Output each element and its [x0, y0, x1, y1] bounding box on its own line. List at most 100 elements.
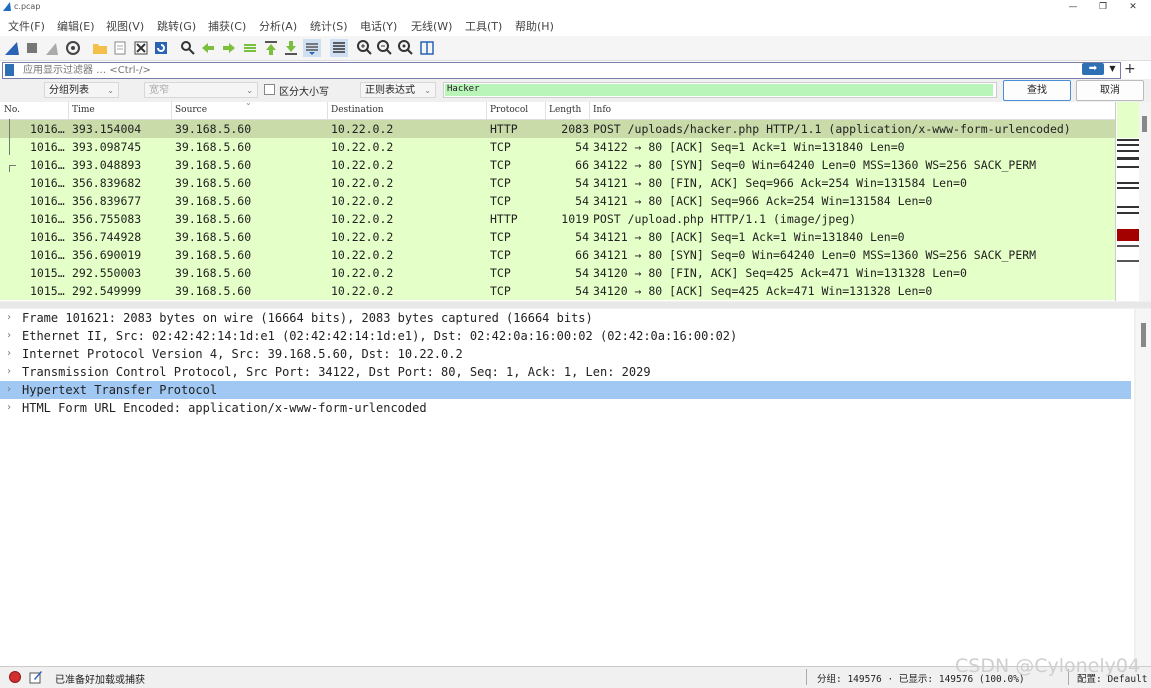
column-no[interactable]: No. [4, 105, 20, 115]
find-packet-icon[interactable] [179, 39, 197, 57]
menu-tools[interactable]: 工具(T) [465, 18, 502, 34]
column-protocol[interactable]: Protocol [490, 105, 528, 115]
detail-text: HTML Form URL Encoded: application/x-www… [22, 401, 427, 415]
detail-tree-item[interactable]: › Internet Protocol Version 4, Src: 39.16… [0, 345, 1131, 363]
apply-filter-button[interactable]: ➡ [1082, 63, 1104, 75]
case-sensitive-checkbox[interactable] [264, 84, 275, 95]
menu-edit[interactable]: 编辑(E) [57, 18, 95, 34]
table-row[interactable]: 1016… 356.690019 39.168.5.60 10.22.0.2 TCP 66… [0, 246, 1115, 264]
packet-info: 34120 → 80 [ACK] Seq=425 Ack=471 Win=131… [593, 284, 933, 298]
table-row[interactable]: 1016… 356.744928 39.168.5.60 10.22.0.2 TCP 54… [0, 228, 1115, 246]
menu-statistics[interactable]: 统计(S) [310, 18, 348, 34]
expand-arrow-icon[interactable]: › [6, 309, 12, 327]
expand-arrow-icon[interactable]: › [6, 345, 12, 363]
zoom-out-icon[interactable] [376, 39, 394, 57]
minimize-button[interactable]: — [1058, 0, 1088, 14]
search-mode-value: 正则表达式 [365, 85, 415, 96]
packet-source: 39.168.5.60 [175, 176, 252, 190]
packet-minimap[interactable] [1115, 102, 1140, 301]
detail-tree-item[interactable]: › Ethernet II, Src: 02:42:42:14:1d:e1 (02… [0, 327, 1131, 345]
scrollbar-thumb[interactable] [1141, 323, 1146, 347]
expand-arrow-icon[interactable]: › [6, 399, 12, 417]
table-row[interactable]: 1015… 292.549999 39.168.5.60 10.22.0.2 TCP 54… [0, 282, 1115, 300]
first-packet-icon[interactable] [262, 39, 280, 57]
packet-list-scrollbar[interactable] [1139, 102, 1151, 301]
menu-telephony[interactable]: 电话(Y) [360, 18, 397, 34]
packet-no: 1016… [30, 230, 65, 244]
menu-analyze[interactable]: 分析(A) [259, 18, 297, 34]
menu-file[interactable]: 文件(F) [8, 18, 45, 34]
save-file-icon[interactable] [111, 39, 129, 57]
packet-destination: 10.22.0.2 [331, 230, 394, 244]
table-row[interactable]: 1016… 356.839682 39.168.5.60 10.22.0.2 TCP 54… [0, 174, 1115, 192]
capture-options-icon[interactable] [64, 39, 82, 57]
expand-arrow-icon[interactable]: › [6, 363, 12, 381]
table-row[interactable]: 1016… 393.098745 39.168.5.60 10.22.0.2 TCP 54… [0, 138, 1115, 156]
start-capture-icon[interactable] [3, 39, 21, 57]
menu-go[interactable]: 跳转(G) [157, 18, 196, 34]
table-row[interactable]: 1016… 393.154004 39.168.5.60 10.22.0.2 HTTP 2… [0, 120, 1115, 138]
expand-arrow-icon[interactable]: › [6, 381, 12, 399]
reload-file-icon[interactable] [152, 39, 170, 57]
find-button[interactable]: 查找 [1003, 80, 1071, 101]
restore-button[interactable]: ❐ [1088, 0, 1118, 14]
expert-info-icon[interactable] [9, 671, 21, 683]
expand-arrow-icon[interactable]: › [6, 327, 12, 345]
menu-help[interactable]: 帮助(H) [515, 18, 554, 34]
restart-capture-icon[interactable] [43, 39, 61, 57]
resize-columns-icon[interactable] [418, 39, 436, 57]
column-time[interactable]: Time [72, 105, 95, 115]
stop-capture-icon[interactable] [23, 39, 41, 57]
column-info[interactable]: Info [593, 105, 611, 115]
auto-scroll-icon[interactable] [303, 39, 321, 57]
search-scope-select[interactable]: 分组列表 ⌄ [44, 82, 119, 98]
detail-text: Transmission Control Protocol, Src Port:… [22, 365, 651, 379]
packet-length: 66 [575, 248, 589, 262]
edit-comment-icon[interactable] [29, 670, 43, 684]
menu-view[interactable]: 视图(V) [106, 18, 144, 34]
column-destination[interactable]: Destination [331, 105, 384, 115]
filter-history-dropdown[interactable]: ▼ [1107, 63, 1118, 75]
open-file-icon[interactable] [91, 39, 109, 57]
go-forward-icon[interactable] [220, 39, 238, 57]
detail-tree-item[interactable]: › Frame 101621: 2083 bytes on wire (16664… [0, 309, 1131, 327]
packet-time: 292.549999 [72, 284, 142, 298]
close-file-icon[interactable] [132, 39, 150, 57]
packet-time: 393.098745 [72, 140, 142, 154]
display-filter-field[interactable] [2, 62, 1121, 79]
go-to-packet-icon[interactable] [241, 39, 259, 57]
window-title: c.pcap [14, 2, 41, 11]
go-back-icon[interactable] [199, 39, 217, 57]
packet-source: 39.168.5.60 [175, 266, 252, 280]
charset-select[interactable]: 宽窄 ⌄ [144, 82, 258, 98]
packet-details: › Frame 101621: 2083 bytes on wire (16664… [0, 309, 1134, 666]
search-input[interactable]: Hacker [443, 82, 997, 98]
detail-tree-item[interactable]: › Transmission Control Protocol, Src Port… [0, 363, 1131, 381]
detail-tree-item[interactable]: › Hypertext Transfer Protocol [0, 381, 1131, 399]
table-row[interactable]: 1016… 356.839677 39.168.5.60 10.22.0.2 TCP 54… [0, 192, 1115, 210]
pane-splitter[interactable] [0, 302, 1151, 308]
menu-capture[interactable]: 捕获(C) [208, 18, 246, 34]
table-row[interactable]: 1015… 292.550003 39.168.5.60 10.22.0.2 TCP 54… [0, 264, 1115, 282]
column-source[interactable]: Source [175, 105, 207, 115]
zoom-in-icon[interactable] [356, 39, 374, 57]
colorize-icon[interactable] [330, 39, 348, 57]
last-packet-icon[interactable] [282, 39, 300, 57]
normal-size-icon[interactable] [397, 39, 415, 57]
bookmark-icon[interactable] [5, 64, 14, 76]
packet-no: 1016… [30, 140, 65, 154]
table-row[interactable]: 1016… 356.755083 39.168.5.60 10.22.0.2 HTTP 1… [0, 210, 1115, 228]
column-length[interactable]: Length [549, 105, 581, 115]
close-button[interactable]: ✕ [1118, 0, 1148, 14]
scrollbar-thumb[interactable] [1142, 116, 1147, 132]
display-filter-input[interactable] [23, 63, 1023, 77]
packet-source: 39.168.5.60 [175, 122, 252, 136]
detail-tree-item[interactable]: › HTML Form URL Encoded: application/x-ww… [0, 399, 1131, 417]
menu-wireless[interactable]: 无线(W) [411, 18, 452, 34]
cancel-button[interactable]: 取消 [1076, 80, 1144, 101]
packet-length: 54 [575, 176, 589, 190]
search-mode-select[interactable]: 正则表达式 ⌄ [360, 82, 436, 98]
table-row[interactable]: 1016… 393.048893 39.168.5.60 10.22.0.2 TCP 66… [0, 156, 1115, 174]
add-filter-button[interactable]: + [1124, 61, 1136, 77]
details-scrollbar[interactable] [1136, 309, 1151, 666]
